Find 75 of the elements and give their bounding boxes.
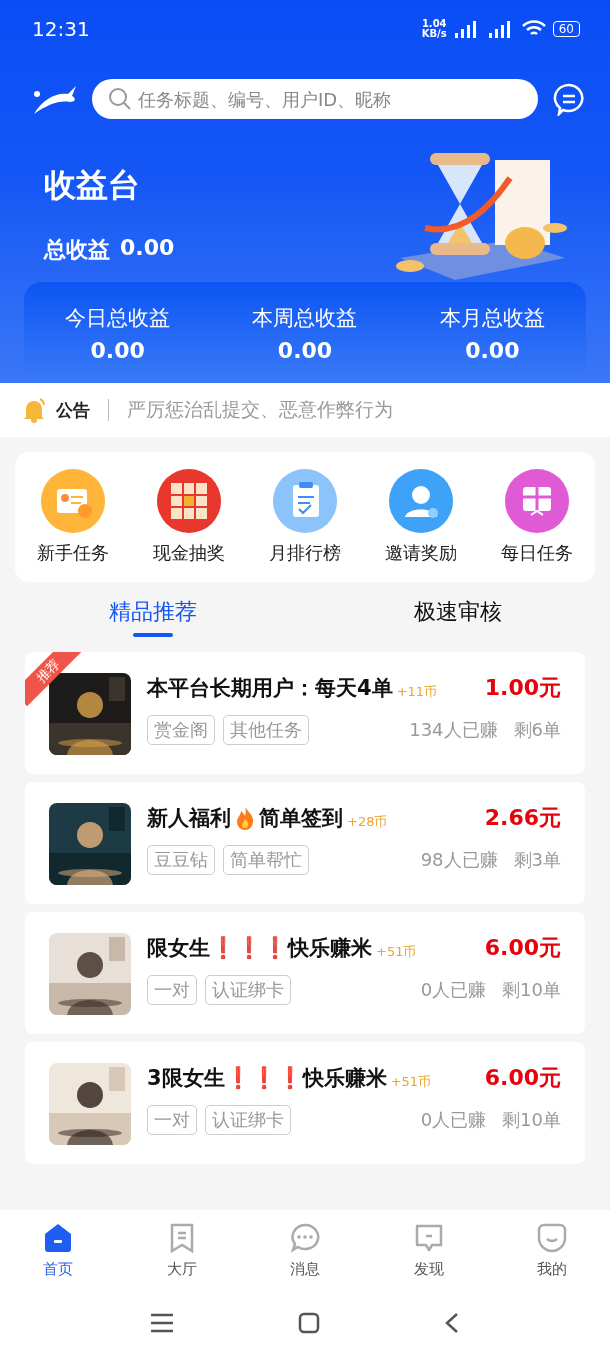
person-icon: [389, 469, 453, 533]
nav-tab[interactable]: 消息: [277, 1221, 333, 1279]
task-price: 1.00元: [484, 674, 561, 702]
task-title: 简单签到: [259, 805, 343, 832]
task-price: 2.66元: [484, 804, 561, 832]
shortcut-button[interactable]: 邀请奖励: [385, 469, 457, 565]
stat-value: 0.00: [277, 338, 333, 363]
home-square-icon[interactable]: [298, 1312, 320, 1334]
coin-reward: +51币: [376, 943, 417, 961]
shortcut-button[interactable]: 每日任务: [501, 469, 573, 565]
task-price: 6.00元: [484, 1064, 561, 1092]
battery-level: 60: [552, 21, 580, 37]
task-title: 限女生❗❗❗快乐赚米: [147, 935, 372, 962]
notice-label: 公告: [56, 398, 90, 422]
remaining-count: 剩10单: [502, 978, 561, 1002]
earned-count: 0人已赚: [420, 978, 487, 1002]
task-tag: 认证绑卡: [205, 975, 291, 1005]
task-title: 新人福利: [147, 805, 231, 832]
nav-tab[interactable]: 首页: [30, 1221, 86, 1279]
search-icon: [108, 87, 132, 111]
stat-value: 0.00: [465, 338, 520, 363]
tab[interactable]: 精品推荐: [0, 597, 305, 637]
search-field[interactable]: 任务标题、编号、用户ID、昵称: [92, 79, 538, 119]
back-icon[interactable]: [444, 1312, 460, 1334]
stat-value: 0.00: [90, 338, 145, 363]
earned-count: 134人已赚: [409, 718, 498, 742]
menu-icon[interactable]: [150, 1313, 174, 1333]
task-tag: 简单帮忙: [223, 845, 309, 875]
id-card-icon: [41, 469, 105, 533]
task-card[interactable]: 新人福利 简单签到 +28币 2.66元 豆豆钻 简单帮忙 98人已赚 剩3单: [25, 782, 585, 904]
nav-tab[interactable]: 大厅: [153, 1221, 210, 1279]
task-title: 3限女生❗❗❗快乐赚米: [147, 1065, 387, 1092]
flame-icon: [235, 806, 255, 830]
message-icon[interactable]: [552, 82, 586, 116]
task-card[interactable]: 限女生❗❗❗快乐赚米 +51币 6.00元 一对 认证绑卡 0人已赚 剩10单: [25, 912, 585, 1034]
stat-label: 今日总收益: [65, 305, 171, 332]
remaining-count: 剩3单: [513, 848, 561, 872]
lottery-grid-icon: [157, 469, 221, 533]
stat-label: 本月总收益: [439, 305, 545, 332]
task-price: 6.00元: [484, 934, 561, 962]
task-card[interactable]: 推荐 本平台长期用户：每天4单 +11币 1.00元 赏金阁 其他任务 134人已赚 剩6单: [25, 652, 585, 774]
network-speed: 1.04 KB/s: [421, 19, 447, 39]
task-card[interactable]: 3限女生❗❗❗快乐赚米 +51币 6.00元 一对 认证绑卡 0人已赚 剩10单: [25, 1042, 585, 1164]
task-tag: 其他任务: [223, 715, 309, 745]
nav-tab[interactable]: 我的: [524, 1221, 580, 1279]
shortcut-button[interactable]: 月排行榜: [269, 469, 341, 565]
coin-reward: +51币: [390, 1073, 432, 1091]
page-title: 收益台: [44, 165, 140, 206]
remaining-count: 剩10单: [502, 1108, 561, 1132]
clipboard-icon: [273, 469, 337, 533]
task-tag: 一对: [147, 975, 197, 1005]
gift-icon: [505, 469, 569, 533]
status-time: 12:31: [32, 17, 90, 41]
home-icon: [42, 1221, 74, 1254]
task-tag: 一对: [147, 1105, 197, 1135]
coin-reward: +28币: [347, 813, 388, 831]
task-tag: 豆豆钻: [147, 845, 215, 875]
total-earnings-label: 总收益: [44, 236, 110, 264]
nav-tab[interactable]: 发现: [400, 1221, 457, 1279]
stat-label: 本周总收益: [252, 305, 358, 332]
total-earnings-value: 0.00: [120, 235, 175, 262]
task-tag: 认证绑卡: [205, 1105, 291, 1135]
tab[interactable]: 极速审核: [305, 597, 610, 637]
smile-icon: [536, 1221, 568, 1254]
shortcut-button[interactable]: 新手任务: [37, 469, 109, 565]
remaining-count: 剩6单: [513, 718, 561, 742]
task-title: 本平台长期用户：每天4单: [147, 675, 393, 702]
coin-reward: +11币: [396, 683, 438, 701]
earned-count: 0人已赚: [420, 1108, 487, 1132]
shortcut-button[interactable]: 现金抽奖: [153, 469, 225, 565]
earned-count: 98人已赚: [420, 848, 498, 872]
chat-bubble-icon: [289, 1221, 321, 1254]
bell-icon: [22, 397, 46, 423]
task-tag: 赏金阁: [147, 715, 215, 745]
notice-text: 严厉惩治乱提交、恶意作弊行为: [127, 397, 393, 422]
